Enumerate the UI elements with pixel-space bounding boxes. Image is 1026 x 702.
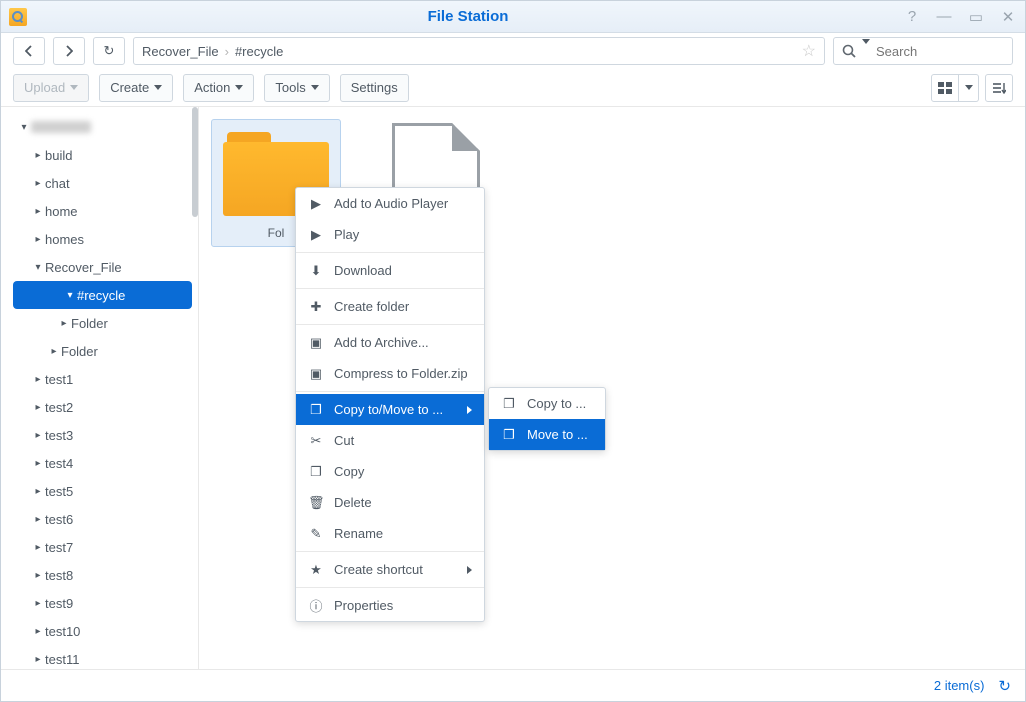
navbar: ↻ Recover_File › #recycle ☆ [1, 33, 1025, 69]
search-bar[interactable] [833, 37, 1013, 65]
action-button[interactable]: Action [183, 74, 254, 102]
tree-item-test8[interactable]: ▸test8 [1, 561, 198, 589]
ctx-copy-to[interactable]: ❐Copy to ... [489, 388, 605, 419]
status-refresh-icon[interactable]: ↻ [998, 677, 1011, 695]
breadcrumb-sep-icon: › [225, 44, 229, 59]
tree-item-test1[interactable]: ▸test1 [1, 365, 198, 393]
tree-item-chat[interactable]: ▸chat [1, 169, 198, 197]
ctx-copy-move[interactable]: ❐Copy to/Move to ... [296, 394, 484, 425]
favorite-star-icon[interactable]: ☆ [802, 41, 816, 61]
back-button[interactable] [13, 37, 45, 65]
context-submenu: ❐Copy to ... ❐Move to ... [488, 387, 606, 451]
tree-item-folder[interactable]: ▸Folder [1, 309, 198, 337]
ctx-add-audio[interactable]: ▶Add to Audio Player [296, 188, 484, 219]
app-icon [9, 8, 27, 26]
toolbar: Upload Create Action Tools Settings [1, 69, 1025, 107]
copy-move-icon: ❐ [308, 402, 324, 418]
tree-item-test4[interactable]: ▸test4 [1, 449, 198, 477]
ctx-move-to[interactable]: ❐Move to ... [489, 419, 605, 450]
breadcrumb[interactable]: Recover_File › #recycle ☆ [133, 37, 825, 65]
ctx-create-folder[interactable]: ✚Create folder [296, 291, 484, 322]
search-caret-icon[interactable] [862, 44, 870, 59]
tree-item-test5[interactable]: ▸test5 [1, 477, 198, 505]
play-add-icon: ▶ [308, 196, 324, 212]
tree-root[interactable]: ▾ [1, 113, 198, 141]
help-icon[interactable]: ? [903, 8, 921, 26]
star-icon: ★ [308, 562, 324, 578]
trash-icon: 🗑 [308, 495, 324, 511]
status-count: 2 item(s) [934, 678, 985, 693]
tree-item-test2[interactable]: ▸test2 [1, 393, 198, 421]
ctx-add-archive[interactable]: ▣Add to Archive... [296, 327, 484, 358]
tree-item-test10[interactable]: ▸test10 [1, 617, 198, 645]
info-icon: ⓘ [308, 596, 324, 615]
window-controls: ? — ▭ ✕ [903, 8, 1017, 26]
tree-item-folder2[interactable]: ▸Folder [1, 337, 198, 365]
tree-item-test11[interactable]: ▸test11 [1, 645, 198, 669]
sidebar: ▾ ▸build ▸chat ▸home ▸homes ▾Recover_Fil… [1, 107, 199, 669]
cut-icon: ✂ [308, 433, 324, 449]
ctx-copy[interactable]: ❐Copy [296, 456, 484, 487]
ctx-cut[interactable]: ✂Cut [296, 425, 484, 456]
maximize-icon[interactable]: ▭ [967, 8, 985, 26]
archive-icon: ▣ [308, 335, 324, 351]
copy-icon: ❐ [308, 464, 324, 480]
plus-icon: ✚ [308, 299, 324, 315]
tree-item-build[interactable]: ▸build [1, 141, 198, 169]
move-to-icon: ❐ [501, 427, 517, 443]
ctx-play[interactable]: ▶Play [296, 219, 484, 250]
view-mode-button[interactable] [931, 74, 959, 102]
tools-button[interactable]: Tools [264, 74, 329, 102]
view-mode-caret[interactable] [959, 74, 979, 102]
tree-item-test3[interactable]: ▸test3 [1, 421, 198, 449]
ctx-create-shortcut[interactable]: ★Create shortcut [296, 554, 484, 585]
chevron-right-icon [467, 566, 472, 574]
ctx-sep [296, 288, 484, 289]
tree-item-test9[interactable]: ▸test9 [1, 589, 198, 617]
create-button[interactable]: Create [99, 74, 173, 102]
forward-button[interactable] [53, 37, 85, 65]
tree-item-recycle[interactable]: ▾#recycle [13, 281, 192, 309]
tree-item-test7[interactable]: ▸test7 [1, 533, 198, 561]
minimize-icon[interactable]: — [935, 8, 953, 26]
play-icon: ▶ [308, 227, 324, 243]
ctx-properties[interactable]: ⓘProperties [296, 590, 484, 621]
ctx-sep [296, 587, 484, 588]
window-title: File Station [33, 8, 903, 25]
download-icon: ⬇ [308, 263, 324, 279]
ctx-sep [296, 391, 484, 392]
ctx-sep [296, 252, 484, 253]
search-input[interactable] [876, 44, 1004, 59]
ctx-compress[interactable]: ▣Compress to Folder.zip [296, 358, 484, 389]
settings-button[interactable]: Settings [340, 74, 409, 102]
refresh-button[interactable]: ↻ [93, 37, 125, 65]
tree-item-recover-file[interactable]: ▾Recover_File [1, 253, 198, 281]
tree-item-home[interactable]: ▸home [1, 197, 198, 225]
upload-button[interactable]: Upload [13, 74, 89, 102]
titlebar: File Station ? — ▭ ✕ [1, 1, 1025, 33]
breadcrumb-seg2[interactable]: #recycle [235, 44, 283, 59]
tree-item-homes[interactable]: ▸homes [1, 225, 198, 253]
ctx-download[interactable]: ⬇Download [296, 255, 484, 286]
chevron-right-icon [467, 406, 472, 414]
ctx-sep [296, 551, 484, 552]
scrollbar[interactable] [192, 107, 198, 217]
ctx-sep [296, 324, 484, 325]
sort-button[interactable] [985, 74, 1013, 102]
zip-icon: ▣ [308, 366, 324, 382]
ctx-rename[interactable]: ✎Rename [296, 518, 484, 549]
ctx-delete[interactable]: 🗑Delete [296, 487, 484, 518]
search-icon [842, 44, 856, 58]
close-icon[interactable]: ✕ [999, 8, 1017, 26]
pencil-icon: ✎ [308, 526, 324, 542]
tree-item-test6[interactable]: ▸test6 [1, 505, 198, 533]
context-menu: ▶Add to Audio Player ▶Play ⬇Download ✚Cr… [295, 187, 485, 622]
copy-to-icon: ❐ [501, 396, 517, 412]
breadcrumb-seg1[interactable]: Recover_File [142, 44, 219, 59]
statusbar: 2 item(s) ↻ [1, 669, 1025, 701]
